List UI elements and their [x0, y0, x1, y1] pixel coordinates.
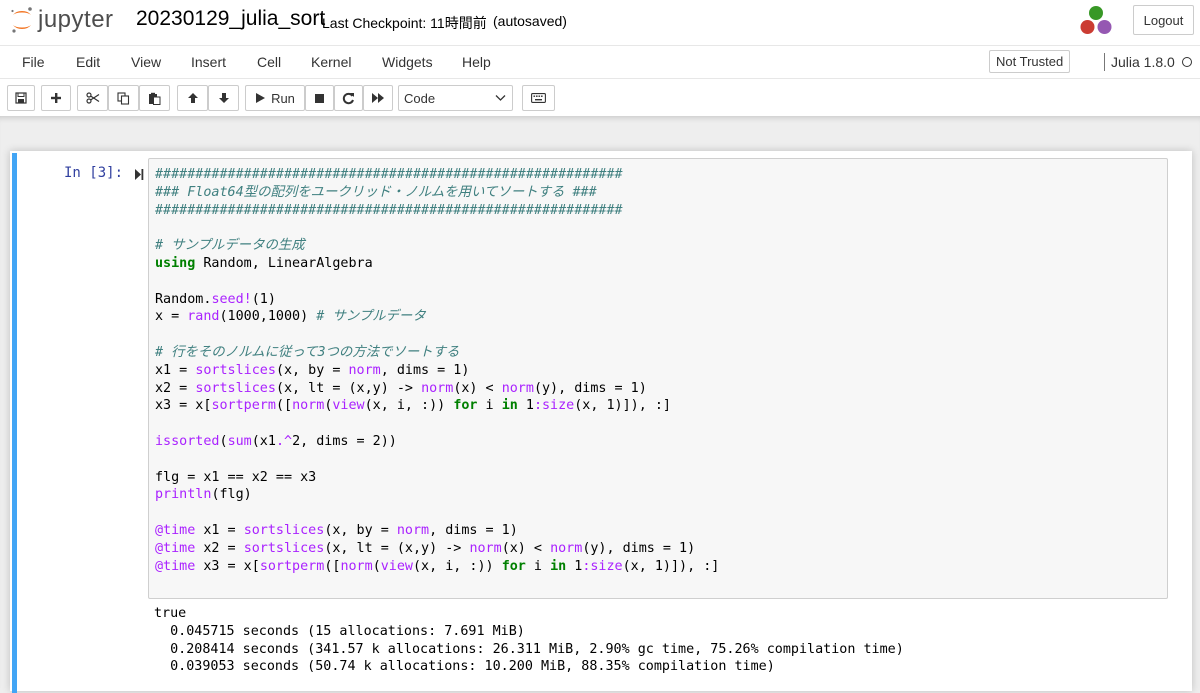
menu-file[interactable]: File — [22, 54, 45, 70]
code-line: x1 = sortslices(x, by = norm, dims = 1) — [155, 362, 470, 378]
toolbar: Run Code — [0, 79, 1200, 116]
code-editor[interactable]: ########################################… — [148, 158, 1168, 599]
checkpoint-status: Last Checkpoint: 11時間前 — [322, 15, 487, 31]
code-line: issorted(sum(x1.^2, dims = 2)) — [155, 433, 397, 449]
keyboard-icon — [531, 93, 546, 103]
kernel-name[interactable]: Julia 1.8.0 — [1111, 54, 1175, 70]
notebook-name[interactable]: 20230129_julia_sort — [136, 7, 325, 31]
menu-widgets[interactable]: Widgets — [382, 54, 433, 70]
menu-view[interactable]: View — [131, 54, 161, 70]
jupyter-logo[interactable]: jupyter — [10, 5, 114, 35]
cut-button[interactable] — [77, 85, 108, 111]
restart-button[interactable] — [334, 85, 363, 111]
jupyter-logo-icon — [11, 7, 32, 33]
stop-icon — [315, 93, 324, 103]
code-line: ### Float64型の配列をユークリッド・ノルムを用いてソートする ### — [155, 184, 597, 200]
notebook-site[interactable]: In [3]: ################################… — [0, 116, 1200, 693]
menu-edit[interactable]: Edit — [76, 54, 100, 70]
code-line: x2 = sortslices(x, lt = (x,y) -> norm(x)… — [155, 380, 647, 396]
arrow-up-icon — [187, 93, 198, 103]
chevron-down-icon — [495, 95, 506, 101]
restart-run-all-button[interactable] — [363, 85, 393, 111]
paste-button[interactable] — [139, 85, 170, 111]
code-line: # サンプルデータの生成 — [155, 238, 305, 254]
cell-output: true 0.045715 seconds (15 allocations: 7… — [154, 605, 904, 676]
code-line: using Random, LinearAlgebra — [155, 255, 373, 271]
cell-type-value: Code — [404, 90, 436, 106]
code-line: Random.seed!(1) — [155, 291, 276, 307]
input-prompt: In [3]: — [64, 165, 124, 181]
kernel-logo — [1079, 5, 1113, 37]
kernel-divider — [1104, 53, 1105, 71]
cut-icon — [85, 92, 99, 104]
code-line: ########################################… — [155, 167, 623, 182]
output-line: 0.039053 seconds (50.74 k allocations: 1… — [154, 659, 775, 675]
code-line: x = rand(1000,1000) # サンプルデータ — [155, 309, 426, 325]
plus-icon — [51, 93, 61, 103]
save-button[interactable] — [7, 85, 35, 111]
move-up-button[interactable] — [177, 85, 208, 111]
copy-icon — [117, 91, 130, 105]
output-line: 0.045715 seconds (15 allocations: 7.691 … — [154, 623, 525, 639]
code-line: # 行をそのノルムに従って3つの方法でソートする — [155, 344, 460, 360]
code-line: x3 = x[sortperm([norm(view(x, i, :)) for… — [155, 398, 671, 414]
code-cell[interactable]: In [3]: ################################… — [12, 153, 1195, 693]
restart-icon — [342, 92, 354, 104]
run-label: Run — [271, 90, 295, 106]
logout-button[interactable]: Logout — [1133, 5, 1194, 35]
menubar: File Edit View Insert Cell Kernel Widget… — [0, 45, 1200, 79]
menu-cell[interactable]: Cell — [257, 54, 281, 70]
menu-help[interactable]: Help — [462, 54, 491, 70]
menu-kernel[interactable]: Kernel — [311, 54, 351, 70]
fast-forward-icon — [372, 93, 384, 103]
interrupt-button[interactable] — [305, 85, 334, 111]
copy-button[interactable] — [108, 85, 139, 111]
code-line: @time x2 = sortslices(x, lt = (x,y) -> n… — [155, 540, 696, 556]
paste-icon — [149, 92, 161, 105]
run-cell-icon[interactable] — [134, 168, 144, 181]
run-icon — [256, 93, 266, 103]
code-line: flg = x1 == x2 == x3 — [155, 469, 317, 485]
julia-logo-icon — [1080, 6, 1112, 34]
notebook-container: In [3]: ################################… — [10, 151, 1195, 693]
move-down-button[interactable] — [208, 85, 239, 111]
save-icon — [15, 92, 27, 104]
trust-status-button[interactable]: Not Trusted — [989, 50, 1071, 73]
code-line: @time x1 = sortslices(x, by = norm, dims… — [155, 522, 518, 538]
code-text: ########################################… — [155, 166, 719, 575]
kernel-idle-icon — [1182, 57, 1192, 67]
output-line: true — [154, 606, 187, 621]
cell-type-select[interactable]: Code — [398, 85, 513, 111]
header: jupyter 20230129_julia_sort Last Checkpo… — [0, 0, 1200, 45]
arrow-down-icon — [218, 93, 229, 103]
run-button[interactable]: Run — [245, 85, 305, 111]
jupyter-logo-text: jupyter — [38, 6, 114, 33]
code-line: println(flg) — [155, 487, 252, 503]
insert-cell-button[interactable] — [41, 85, 71, 111]
output-line: 0.208414 seconds (341.57 k allocations: … — [154, 641, 904, 657]
code-line: @time x3 = x[sortperm([norm(view(x, i, :… — [155, 558, 720, 574]
autosave-status: (autosaved) — [493, 13, 567, 29]
menu-insert[interactable]: Insert — [191, 54, 226, 70]
code-line: ########################################… — [155, 202, 623, 218]
command-palette-button[interactable] — [522, 85, 555, 111]
